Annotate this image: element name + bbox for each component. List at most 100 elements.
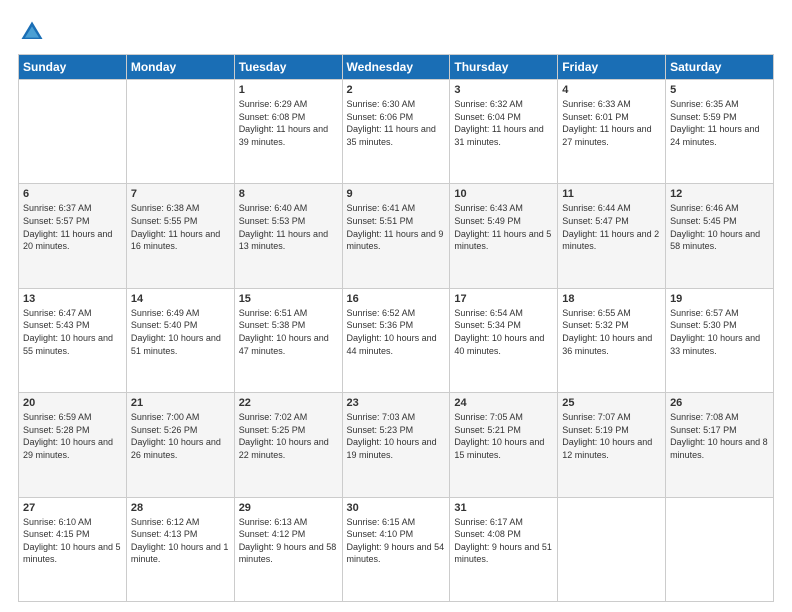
cell-info: Sunrise: 6:37 AMSunset: 5:57 PMDaylight:… (23, 202, 122, 252)
day-number: 3 (454, 84, 553, 96)
day-number: 28 (131, 502, 230, 514)
cell-info: Sunrise: 6:15 AMSunset: 4:10 PMDaylight:… (347, 516, 446, 566)
calendar-cell: 1 Sunrise: 6:29 AMSunset: 6:08 PMDayligh… (234, 80, 342, 184)
calendar-cell: 24 Sunrise: 7:05 AMSunset: 5:21 PMDaylig… (450, 393, 558, 497)
day-number: 23 (347, 397, 446, 409)
calendar-cell: 17 Sunrise: 6:54 AMSunset: 5:34 PMDaylig… (450, 288, 558, 392)
cell-info: Sunrise: 6:35 AMSunset: 5:59 PMDaylight:… (670, 98, 769, 148)
page: SundayMondayTuesdayWednesdayThursdayFrid… (0, 0, 792, 612)
cell-info: Sunrise: 6:44 AMSunset: 5:47 PMDaylight:… (562, 202, 661, 252)
calendar-cell: 29 Sunrise: 6:13 AMSunset: 4:12 PMDaylig… (234, 497, 342, 601)
calendar-cell: 2 Sunrise: 6:30 AMSunset: 6:06 PMDayligh… (342, 80, 450, 184)
cell-info: Sunrise: 7:07 AMSunset: 5:19 PMDaylight:… (562, 411, 661, 461)
day-number: 15 (239, 293, 338, 305)
calendar-cell (558, 497, 666, 601)
cell-info: Sunrise: 6:47 AMSunset: 5:43 PMDaylight:… (23, 307, 122, 357)
cell-info: Sunrise: 6:32 AMSunset: 6:04 PMDaylight:… (454, 98, 553, 148)
calendar-cell: 15 Sunrise: 6:51 AMSunset: 5:38 PMDaylig… (234, 288, 342, 392)
cell-info: Sunrise: 6:33 AMSunset: 6:01 PMDaylight:… (562, 98, 661, 148)
calendar-week-4: 20 Sunrise: 6:59 AMSunset: 5:28 PMDaylig… (19, 393, 774, 497)
logo-icon (18, 18, 46, 46)
calendar-cell: 13 Sunrise: 6:47 AMSunset: 5:43 PMDaylig… (19, 288, 127, 392)
day-number: 2 (347, 84, 446, 96)
column-header-wednesday: Wednesday (342, 55, 450, 80)
cell-info: Sunrise: 7:00 AMSunset: 5:26 PMDaylight:… (131, 411, 230, 461)
calendar-cell: 8 Sunrise: 6:40 AMSunset: 5:53 PMDayligh… (234, 184, 342, 288)
calendar-cell: 21 Sunrise: 7:00 AMSunset: 5:26 PMDaylig… (126, 393, 234, 497)
calendar-cell: 20 Sunrise: 6:59 AMSunset: 5:28 PMDaylig… (19, 393, 127, 497)
calendar-cell: 19 Sunrise: 6:57 AMSunset: 5:30 PMDaylig… (666, 288, 774, 392)
header (18, 18, 774, 46)
calendar-week-2: 6 Sunrise: 6:37 AMSunset: 5:57 PMDayligh… (19, 184, 774, 288)
cell-info: Sunrise: 6:59 AMSunset: 5:28 PMDaylight:… (23, 411, 122, 461)
day-number: 1 (239, 84, 338, 96)
day-number: 17 (454, 293, 553, 305)
calendar-cell: 12 Sunrise: 6:46 AMSunset: 5:45 PMDaylig… (666, 184, 774, 288)
calendar-cell: 26 Sunrise: 7:08 AMSunset: 5:17 PMDaylig… (666, 393, 774, 497)
cell-info: Sunrise: 6:51 AMSunset: 5:38 PMDaylight:… (239, 307, 338, 357)
cell-info: Sunrise: 6:43 AMSunset: 5:49 PMDaylight:… (454, 202, 553, 252)
calendar-cell: 3 Sunrise: 6:32 AMSunset: 6:04 PMDayligh… (450, 80, 558, 184)
calendar-cell: 28 Sunrise: 6:12 AMSunset: 4:13 PMDaylig… (126, 497, 234, 601)
cell-info: Sunrise: 7:08 AMSunset: 5:17 PMDaylight:… (670, 411, 769, 461)
calendar-cell: 6 Sunrise: 6:37 AMSunset: 5:57 PMDayligh… (19, 184, 127, 288)
calendar-cell: 16 Sunrise: 6:52 AMSunset: 5:36 PMDaylig… (342, 288, 450, 392)
calendar-cell: 25 Sunrise: 7:07 AMSunset: 5:19 PMDaylig… (558, 393, 666, 497)
cell-info: Sunrise: 6:29 AMSunset: 6:08 PMDaylight:… (239, 98, 338, 148)
day-number: 16 (347, 293, 446, 305)
day-number: 11 (562, 188, 661, 200)
day-number: 20 (23, 397, 122, 409)
cell-info: Sunrise: 6:38 AMSunset: 5:55 PMDaylight:… (131, 202, 230, 252)
day-number: 7 (131, 188, 230, 200)
calendar-cell: 4 Sunrise: 6:33 AMSunset: 6:01 PMDayligh… (558, 80, 666, 184)
cell-info: Sunrise: 7:05 AMSunset: 5:21 PMDaylight:… (454, 411, 553, 461)
day-number: 18 (562, 293, 661, 305)
cell-info: Sunrise: 6:13 AMSunset: 4:12 PMDaylight:… (239, 516, 338, 566)
calendar-cell: 7 Sunrise: 6:38 AMSunset: 5:55 PMDayligh… (126, 184, 234, 288)
calendar-header-row: SundayMondayTuesdayWednesdayThursdayFrid… (19, 55, 774, 80)
day-number: 21 (131, 397, 230, 409)
column-header-monday: Monday (126, 55, 234, 80)
calendar-week-1: 1 Sunrise: 6:29 AMSunset: 6:08 PMDayligh… (19, 80, 774, 184)
day-number: 9 (347, 188, 446, 200)
calendar-cell: 11 Sunrise: 6:44 AMSunset: 5:47 PMDaylig… (558, 184, 666, 288)
cell-info: Sunrise: 6:54 AMSunset: 5:34 PMDaylight:… (454, 307, 553, 357)
calendar-cell: 22 Sunrise: 7:02 AMSunset: 5:25 PMDaylig… (234, 393, 342, 497)
column-header-friday: Friday (558, 55, 666, 80)
day-number: 8 (239, 188, 338, 200)
cell-info: Sunrise: 6:55 AMSunset: 5:32 PMDaylight:… (562, 307, 661, 357)
cell-info: Sunrise: 7:03 AMSunset: 5:23 PMDaylight:… (347, 411, 446, 461)
calendar-cell: 10 Sunrise: 6:43 AMSunset: 5:49 PMDaylig… (450, 184, 558, 288)
calendar-cell: 14 Sunrise: 6:49 AMSunset: 5:40 PMDaylig… (126, 288, 234, 392)
day-number: 30 (347, 502, 446, 514)
day-number: 29 (239, 502, 338, 514)
cell-info: Sunrise: 6:57 AMSunset: 5:30 PMDaylight:… (670, 307, 769, 357)
calendar-cell: 5 Sunrise: 6:35 AMSunset: 5:59 PMDayligh… (666, 80, 774, 184)
calendar-week-5: 27 Sunrise: 6:10 AMSunset: 4:15 PMDaylig… (19, 497, 774, 601)
cell-info: Sunrise: 7:02 AMSunset: 5:25 PMDaylight:… (239, 411, 338, 461)
calendar-cell: 27 Sunrise: 6:10 AMSunset: 4:15 PMDaylig… (19, 497, 127, 601)
day-number: 22 (239, 397, 338, 409)
calendar-cell: 31 Sunrise: 6:17 AMSunset: 4:08 PMDaylig… (450, 497, 558, 601)
day-number: 10 (454, 188, 553, 200)
day-number: 19 (670, 293, 769, 305)
day-number: 4 (562, 84, 661, 96)
cell-info: Sunrise: 6:30 AMSunset: 6:06 PMDaylight:… (347, 98, 446, 148)
calendar-cell (666, 497, 774, 601)
column-header-thursday: Thursday (450, 55, 558, 80)
calendar-table: SundayMondayTuesdayWednesdayThursdayFrid… (18, 54, 774, 602)
day-number: 5 (670, 84, 769, 96)
day-number: 31 (454, 502, 553, 514)
day-number: 12 (670, 188, 769, 200)
calendar-week-3: 13 Sunrise: 6:47 AMSunset: 5:43 PMDaylig… (19, 288, 774, 392)
day-number: 26 (670, 397, 769, 409)
day-number: 24 (454, 397, 553, 409)
cell-info: Sunrise: 6:52 AMSunset: 5:36 PMDaylight:… (347, 307, 446, 357)
calendar-cell (19, 80, 127, 184)
day-number: 13 (23, 293, 122, 305)
calendar-cell: 30 Sunrise: 6:15 AMSunset: 4:10 PMDaylig… (342, 497, 450, 601)
column-header-tuesday: Tuesday (234, 55, 342, 80)
logo (18, 18, 48, 46)
cell-info: Sunrise: 6:17 AMSunset: 4:08 PMDaylight:… (454, 516, 553, 566)
day-number: 6 (23, 188, 122, 200)
